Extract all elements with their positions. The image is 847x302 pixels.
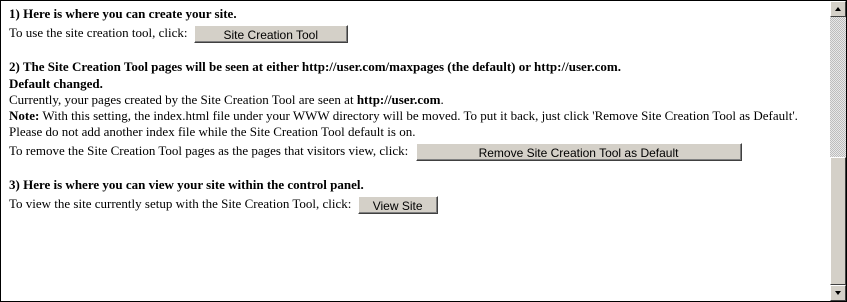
- note-label: Note:: [9, 108, 40, 123]
- current-url: http://user.com: [356, 92, 441, 107]
- section-1-row: To use the site creation tool, click: Si…: [9, 22, 819, 44]
- section-1-text: To use the site creation tool, click:: [9, 25, 188, 40]
- remove-default-button[interactable]: Remove Site Creation Tool as Default: [415, 143, 742, 162]
- view-site-button[interactable]: View Site: [357, 196, 438, 215]
- section-default-setting: 2) The Site Creation Tool pages will be …: [9, 58, 819, 162]
- arrow-up-icon: [835, 7, 841, 11]
- section-1-heading: 1) Here is where you can create your sit…: [9, 6, 237, 21]
- current-setting-text: Currently, your pages created by the Sit…: [9, 92, 357, 107]
- control-panel-content: 1) Here is where you can create your sit…: [9, 5, 819, 215]
- note-text: With this setting, the index.html file u…: [39, 108, 798, 123]
- vertical-scrollbar[interactable]: [830, 1, 846, 301]
- section-2-heading-line1: 2) The Site Creation Tool pages will be …: [9, 59, 621, 74]
- remove-default-row: To remove the Site Creation Tool pages a…: [9, 140, 819, 162]
- section-create-site: 1) Here is where you can create your sit…: [9, 5, 819, 44]
- section-3-heading: 3) Here is where you can view your site …: [9, 177, 364, 192]
- site-creation-tool-button[interactable]: Site Creation Tool: [193, 25, 348, 44]
- note-paragraph: Note: With this setting, the index.html …: [9, 108, 819, 124]
- current-setting-suffix: .: [440, 92, 444, 107]
- section-2-heading: 2) The Site Creation Tool pages will be …: [9, 58, 819, 92]
- section-2-heading-line2: Default changed.: [9, 76, 103, 91]
- section-view-site: 3) Here is where you can view your site …: [9, 176, 819, 215]
- scroll-down-button[interactable]: [830, 285, 846, 301]
- current-setting-line: Currently, your pages created by the Sit…: [9, 92, 819, 108]
- section-3-text: To view the site currently setup with th…: [9, 196, 352, 211]
- scroll-up-button[interactable]: [830, 1, 846, 17]
- remove-default-text: To remove the Site Creation Tool pages a…: [9, 143, 409, 158]
- scrollbar-thumb[interactable]: [830, 157, 846, 285]
- section-3-row: To view the site currently setup with th…: [9, 193, 819, 215]
- content-frame: 1) Here is where you can create your sit…: [0, 0, 847, 302]
- arrow-down-icon: [835, 291, 841, 295]
- warning-line: Please do not add another index file whi…: [9, 124, 416, 139]
